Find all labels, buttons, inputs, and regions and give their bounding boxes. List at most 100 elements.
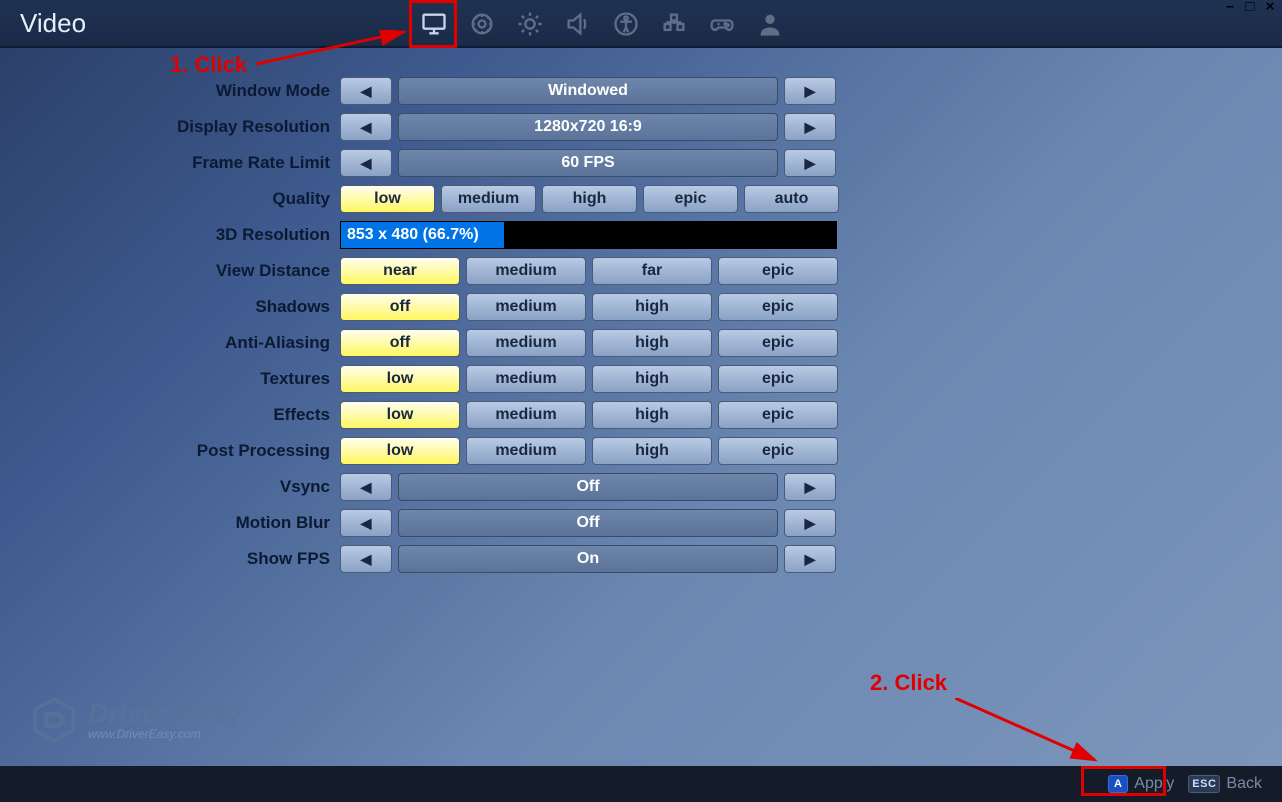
tab-controller[interactable]: [698, 0, 746, 48]
label-vsync: Vsync: [0, 477, 340, 497]
row-post-processing: Post Processing lowmediumhighepic: [0, 434, 1282, 468]
window-mode-value: Windowed: [398, 77, 778, 105]
tab-game[interactable]: [458, 0, 506, 48]
window-titlebar: Video – □ ×: [0, 0, 1282, 48]
label-shadows: Shadows: [0, 297, 340, 317]
row-shadows: Shadows offmediumhighepic: [0, 290, 1282, 324]
option-low[interactable]: low: [340, 365, 460, 393]
brand-logo-icon: [30, 696, 78, 744]
display-resolution-value: 1280x720 16:9: [398, 113, 778, 141]
option-epic[interactable]: epic: [718, 329, 838, 357]
option-high[interactable]: high: [592, 293, 712, 321]
option-high[interactable]: high: [542, 185, 637, 213]
tab-account[interactable]: [746, 0, 794, 48]
label-view-distance: View Distance: [0, 261, 340, 281]
option-high[interactable]: high: [592, 437, 712, 465]
option-far[interactable]: far: [592, 257, 712, 285]
vsync-next-button[interactable]: ▶: [784, 473, 836, 501]
display-resolution-next-button[interactable]: ▶: [784, 113, 836, 141]
apply-label: Apply: [1134, 775, 1174, 793]
window-maximize-icon[interactable]: □: [1242, 0, 1258, 14]
row-motion-blur: Motion Blur ◀ Off ▶: [0, 506, 1282, 540]
option-medium[interactable]: medium: [466, 401, 586, 429]
annotation-arrow-2: [955, 698, 1115, 768]
option-medium[interactable]: medium: [466, 329, 586, 357]
footer-bar: A Apply ESC Back: [0, 766, 1282, 802]
label-quality: Quality: [0, 189, 340, 209]
frame-rate-prev-button[interactable]: ◀: [340, 149, 392, 177]
option-epic[interactable]: epic: [643, 185, 738, 213]
option-epic[interactable]: epic: [718, 365, 838, 393]
tab-audio[interactable]: [554, 0, 602, 48]
row-view-distance: View Distance nearmediumfarepic: [0, 254, 1282, 288]
window-mode-prev-button[interactable]: ◀: [340, 77, 392, 105]
option-low[interactable]: low: [340, 185, 435, 213]
option-medium[interactable]: medium: [466, 365, 586, 393]
option-off[interactable]: off: [340, 293, 460, 321]
post-processing-options: lowmediumhighepic: [340, 437, 838, 465]
label-post-processing: Post Processing: [0, 441, 340, 461]
option-epic[interactable]: epic: [718, 437, 838, 465]
anti-aliasing-options: offmediumhighepic: [340, 329, 838, 357]
tab-brightness[interactable]: [506, 0, 554, 48]
window-close-icon[interactable]: ×: [1262, 0, 1278, 14]
motion-blur-value: Off: [398, 509, 778, 537]
option-low[interactable]: low: [340, 401, 460, 429]
annotation-step-2: 2. Click: [870, 670, 947, 696]
row-3d-resolution: 3D Resolution 853 x 480 (66.7%): [0, 218, 1282, 252]
option-auto[interactable]: auto: [744, 185, 839, 213]
option-epic[interactable]: epic: [718, 293, 838, 321]
show-fps-prev-button[interactable]: ◀: [340, 545, 392, 573]
frame-rate-next-button[interactable]: ▶: [784, 149, 836, 177]
label-display-resolution: Display Resolution: [0, 117, 340, 137]
row-textures: Textures lowmediumhighepic: [0, 362, 1282, 396]
view-distance-options: nearmediumfarepic: [340, 257, 838, 285]
option-near[interactable]: near: [340, 257, 460, 285]
option-medium[interactable]: medium: [466, 437, 586, 465]
quality-options: lowmediumhighepicauto: [340, 185, 839, 213]
back-button[interactable]: ESC Back: [1188, 775, 1262, 793]
option-medium[interactable]: medium: [466, 257, 586, 285]
vsync-value: Off: [398, 473, 778, 501]
vsync-prev-button[interactable]: ◀: [340, 473, 392, 501]
tab-video[interactable]: [410, 0, 458, 48]
tab-accessibility[interactable]: [602, 0, 650, 48]
option-high[interactable]: high: [592, 401, 712, 429]
motion-blur-prev-button[interactable]: ◀: [340, 509, 392, 537]
label-frame-rate-limit: Frame Rate Limit: [0, 153, 340, 173]
option-medium[interactable]: medium: [466, 293, 586, 321]
option-epic[interactable]: epic: [718, 401, 838, 429]
brand-url: www.DriverEasy.com: [88, 728, 242, 741]
row-window-mode: Window Mode ◀ Windowed ▶: [0, 74, 1282, 108]
3d-resolution-slider[interactable]: 853 x 480 (66.7%): [340, 221, 837, 249]
label-3d-resolution: 3D Resolution: [0, 225, 340, 245]
textures-options: lowmediumhighepic: [340, 365, 838, 393]
page-title: Video: [0, 0, 106, 46]
show-fps-value: On: [398, 545, 778, 573]
settings-panel: Window Mode ◀ Windowed ▶ Display Resolut…: [0, 72, 1282, 578]
tab-input[interactable]: [650, 0, 698, 48]
motion-blur-next-button[interactable]: ▶: [784, 509, 836, 537]
option-epic[interactable]: epic: [718, 257, 838, 285]
shadows-options: offmediumhighepic: [340, 293, 838, 321]
option-low[interactable]: low: [340, 437, 460, 465]
window-mode-next-button[interactable]: ▶: [784, 77, 836, 105]
row-show-fps: Show FPS ◀ On ▶: [0, 542, 1282, 576]
apply-button[interactable]: A Apply: [1108, 775, 1174, 793]
show-fps-next-button[interactable]: ▶: [784, 545, 836, 573]
label-motion-blur: Motion Blur: [0, 513, 340, 533]
label-show-fps: Show FPS: [0, 549, 340, 569]
option-off[interactable]: off: [340, 329, 460, 357]
row-quality: Quality lowmediumhighepicauto: [0, 182, 1282, 216]
display-resolution-prev-button[interactable]: ◀: [340, 113, 392, 141]
option-high[interactable]: high: [592, 365, 712, 393]
option-high[interactable]: high: [592, 329, 712, 357]
brand-watermark: Driver Easy www.DriverEasy.com: [30, 696, 242, 744]
settings-tab-strip: [410, 0, 794, 48]
window-minimize-icon[interactable]: –: [1222, 0, 1238, 14]
key-hint-esc: ESC: [1188, 775, 1220, 793]
key-hint-a: A: [1108, 775, 1128, 793]
label-window-mode: Window Mode: [0, 81, 340, 101]
row-effects: Effects lowmediumhighepic: [0, 398, 1282, 432]
option-medium[interactable]: medium: [441, 185, 536, 213]
